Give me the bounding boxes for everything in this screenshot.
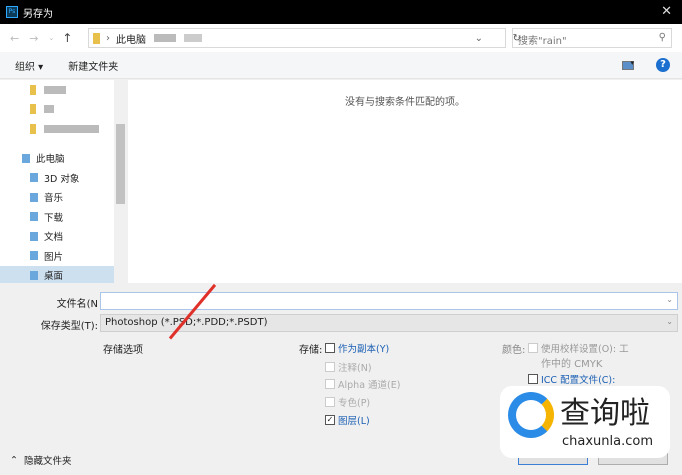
layers-checkbox[interactable]: ✓ 图层(L) [325,413,370,427]
watermark-text: 查询啦 [560,396,650,431]
close-icon[interactable]: ✕ [661,4,672,19]
photoshop-icon: Ps [6,6,18,18]
document-icon [30,231,38,241]
sidebar-item-label: 文档 [44,232,64,244]
up-icon[interactable]: ↑ [62,31,72,45]
organize-button[interactable]: 组织 ▾ [15,58,43,73]
sidebar-item-documents[interactable]: 文档 [0,227,127,247]
folder-icon [30,84,36,95]
as-copy-checkbox[interactable]: 作为副本(Y) [325,341,389,355]
sidebar-item-blurred[interactable] [0,100,127,120]
sidebar-item-label: 图片 [44,251,64,263]
proof-continued: 作中的 CMYK [541,359,603,370]
window-title: 另存为 [23,8,53,20]
picture-icon [30,251,38,261]
sidebar-item-blurred[interactable] [0,80,127,100]
music-icon [30,192,38,202]
options-title: 存储选项 [103,345,143,356]
sidebar-item-downloads[interactable]: 下载 [0,207,127,227]
chevron-down-icon[interactable]: ⌄ [666,317,673,326]
address-bar[interactable]: › 此电脑 ⌄ ↻ [88,28,521,48]
color-label: 颜色: [502,345,526,356]
blurred-path [184,34,202,42]
help-icon[interactable]: ? [656,58,670,72]
chevron-up-icon: ⌃ [10,454,18,466]
watermark-q-icon [508,392,554,438]
blurred-path [154,34,176,42]
sidebar-item-pictures[interactable]: 图片 [0,246,127,266]
filename-label: 文件名(N [56,299,98,310]
filename-input[interactable]: ⌄ [100,292,678,310]
save-label: 存储: [299,345,323,356]
folder-icon [30,104,36,115]
sidebar-item-label: 音乐 [44,193,64,205]
hide-folders-button[interactable]: ⌃ 隐藏文件夹 [10,453,71,468]
sidebar-item-blurred[interactable] [0,119,127,139]
blurred-label [44,105,54,114]
scrollbar-thumb[interactable] [116,124,125,204]
cube-icon [30,173,38,183]
toolbar: 组织 ▾ 新建文件夹 ▾ ? [0,52,682,79]
sidebar-item-music[interactable]: 音乐 [0,188,127,208]
proof-checkbox[interactable]: 使用校样设置(O): 工 [528,341,629,355]
new-folder-button[interactable]: 新建文件夹 [68,58,118,73]
chevron-right-icon: › [106,32,110,44]
empty-message: 没有与搜索条件匹配的项。 [345,97,465,108]
sidebar-item-3d[interactable]: 3D 对象 [0,168,127,188]
spot-checkbox[interactable]: 专色(P) [325,395,370,409]
sidebar: 此电脑 3D 对象 音乐 下载 文档 图片 桌面 [0,80,127,285]
forward-icon[interactable]: → [29,32,38,45]
blurred-label [44,85,66,94]
view-dropdown-icon[interactable]: ▾ [630,59,634,67]
folder-icon [93,32,100,44]
title-bar: Ps 另存为 ✕ [0,0,682,24]
download-icon [30,212,38,222]
sidebar-item-label: 桌面 [44,271,64,283]
back-icon[interactable]: ← [10,32,19,45]
recent-chevron-icon[interactable]: ⌄ [48,34,54,42]
sidebar-item-this-pc[interactable]: 此电脑 [0,149,127,169]
sidebar-item-label: 下载 [44,212,64,224]
nav-bar: ← → ⌄ ↑ › 此电脑 ⌄ ↻ 搜索"rain" ⚲ [0,24,682,52]
search-placeholder: 搜索"rain" [518,36,567,47]
chevron-down-icon[interactable]: ⌄ [475,33,483,44]
type-label: 保存类型(T): [40,321,98,332]
alpha-checkbox[interactable]: Alpha 通道(E) [325,377,400,391]
search-icon[interactable]: ⚲ [659,32,666,44]
watermark-url: chaxunla.com [562,434,653,449]
search-input[interactable]: 搜索"rain" ⚲ [512,28,672,48]
sidebar-scrollbar[interactable] [114,80,127,283]
file-list[interactable]: 没有与搜索条件匹配的项。 [128,80,682,283]
sidebar-item-label: 3D 对象 [44,173,80,185]
folder-icon [30,123,36,134]
breadcrumb[interactable]: 此电脑 [116,31,146,46]
watermark-logo: 查询啦 chaxunla.com [500,386,670,458]
chevron-down-icon[interactable]: ⌄ [666,295,673,304]
icc-checkbox[interactable]: ICC 配置文件(C): [528,372,615,386]
desktop-icon [30,270,38,280]
notes-checkbox[interactable]: 注释(N) [325,360,372,374]
blurred-label [44,124,99,133]
computer-icon [22,153,30,163]
sidebar-item-label: 此电脑 [36,154,65,166]
